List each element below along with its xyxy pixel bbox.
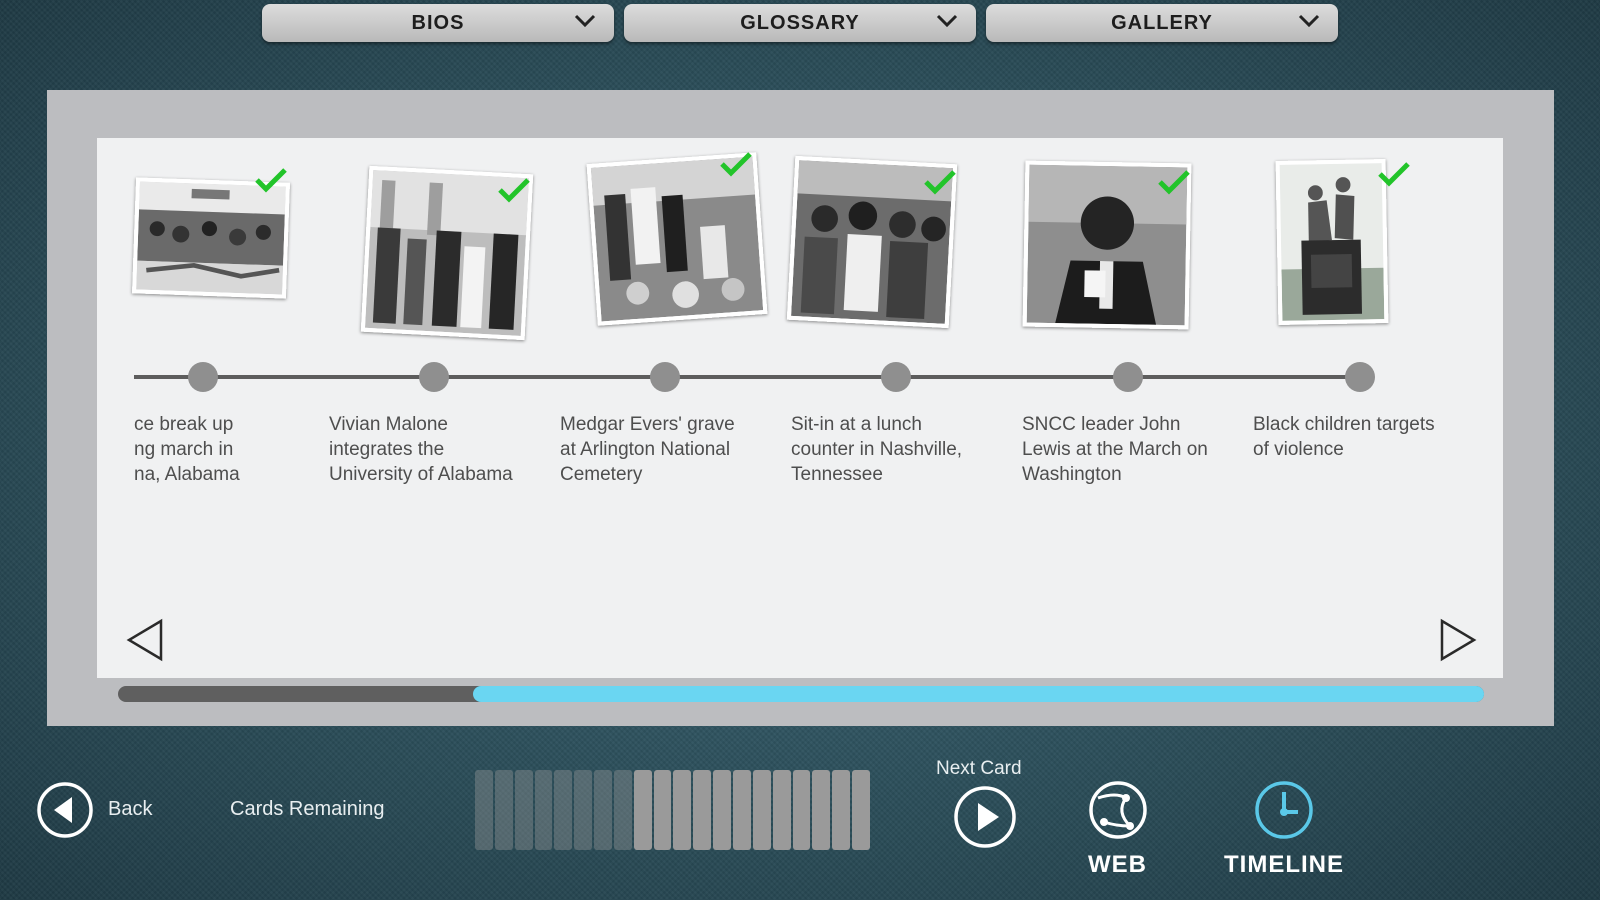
card-remaining-bar <box>772 770 791 850</box>
timeline-viewport[interactable]: ce break up ng march in na, Alabama Vivi… <box>97 138 1503 678</box>
check-icon <box>924 170 956 195</box>
event-caption: Vivian Malone integrates the University … <box>329 414 513 485</box>
gallery-label: GALLERY <box>1111 11 1213 34</box>
web-icon[interactable] <box>1086 778 1150 842</box>
back-icon[interactable] <box>36 781 94 839</box>
timeline-node[interactable] <box>419 362 449 392</box>
chevron-down-icon <box>936 14 958 28</box>
timeline-node[interactable] <box>188 362 218 392</box>
card-remaining-bar <box>673 770 692 850</box>
check-icon <box>498 178 530 203</box>
next-arrow-icon[interactable] <box>1438 618 1478 662</box>
statue-photo[interactable] <box>1275 159 1389 325</box>
timeline-node[interactable] <box>1113 362 1143 392</box>
web-label[interactable]: WEB <box>1088 851 1147 879</box>
card-remaining-bar <box>653 770 672 850</box>
card-remaining-bar <box>475 770 493 850</box>
timeline-clock-icon[interactable] <box>1252 778 1316 842</box>
scrollbar-thumb[interactable] <box>473 686 1484 702</box>
card-remaining-bar <box>534 770 553 850</box>
card-remaining-bar <box>752 770 771 850</box>
glossary-dropdown[interactable]: GLOSSARY <box>624 4 976 42</box>
card-remaining-bar <box>633 770 652 850</box>
timeline-scrollbar[interactable] <box>118 686 1484 702</box>
card-remaining-bar <box>613 770 632 850</box>
timeline-node[interactable] <box>881 362 911 392</box>
play-icon[interactable] <box>953 785 1017 849</box>
chevron-down-icon <box>574 14 596 28</box>
chevron-down-icon <box>1298 14 1320 28</box>
card-remaining-bar <box>554 770 573 850</box>
timeline-node[interactable] <box>650 362 680 392</box>
gallery-dropdown[interactable]: GALLERY <box>986 4 1338 42</box>
card-remaining-bar <box>792 770 811 850</box>
cards-remaining-meter <box>475 770 870 850</box>
card-remaining-bar <box>732 770 751 850</box>
glossary-label: GLOSSARY <box>740 11 860 34</box>
check-icon <box>1158 170 1190 195</box>
event-caption: Black children targets of violence <box>1253 414 1435 460</box>
card-remaining-bar <box>832 770 851 850</box>
card-remaining-bar <box>514 770 533 850</box>
next-card-label: Next Card <box>936 758 1022 779</box>
back-label[interactable]: Back <box>108 798 152 821</box>
event-caption: SNCC leader John Lewis at the March on W… <box>1022 414 1208 485</box>
prev-arrow-icon[interactable] <box>125 618 165 662</box>
timeline-line <box>134 375 1350 379</box>
card-remaining-bar <box>713 770 731 850</box>
timeline-panel: ce break up ng march in na, Alabama Vivi… <box>47 90 1554 726</box>
check-icon <box>720 152 752 177</box>
event-caption: Medgar Evers' grave at Arlington Nationa… <box>560 414 735 485</box>
event-caption: ce break up ng march in na, Alabama <box>134 414 240 485</box>
check-icon <box>1378 162 1410 187</box>
card-remaining-bar <box>494 770 513 850</box>
timeline-node[interactable] <box>1345 362 1375 392</box>
police-breakup-photo[interactable] <box>132 177 290 299</box>
bios-dropdown[interactable]: BIOS <box>262 4 614 42</box>
timeline-label[interactable]: TIMELINE <box>1224 851 1344 879</box>
card-remaining-bar <box>852 770 870 850</box>
bios-label: BIOS <box>411 11 465 34</box>
card-remaining-bar <box>812 770 831 850</box>
card-remaining-bar <box>594 770 612 850</box>
grave-photo[interactable] <box>586 152 768 326</box>
event-caption: Sit-in at a lunch counter in Nashville, … <box>791 414 963 485</box>
check-icon <box>255 168 287 193</box>
card-remaining-bar <box>574 770 593 850</box>
cards-remaining-label: Cards Remaining <box>230 798 385 820</box>
card-remaining-bar <box>693 770 712 850</box>
